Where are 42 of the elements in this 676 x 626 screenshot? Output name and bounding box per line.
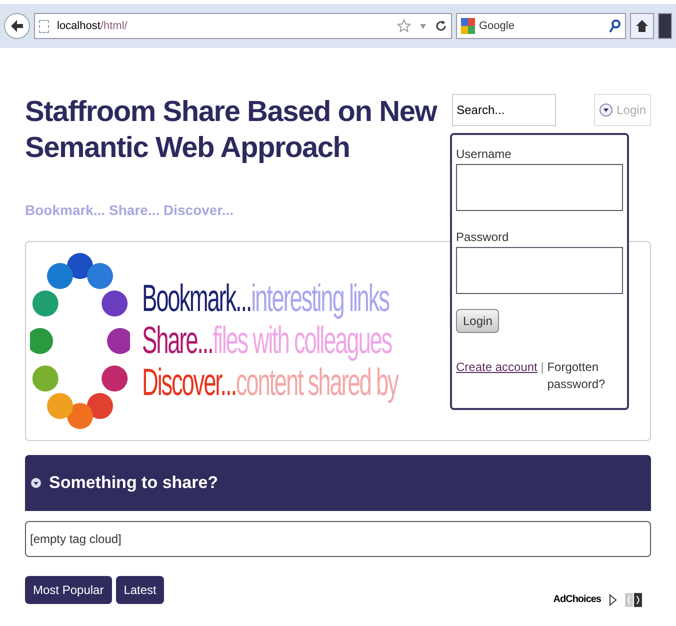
search-engine-name: Google xyxy=(479,18,516,34)
banner-heading: Share... xyxy=(142,320,213,362)
account-links: Create account | Forgotten password? xyxy=(456,359,623,393)
share-section-header[interactable]: Something to share? xyxy=(25,455,651,511)
addon-button[interactable] xyxy=(658,13,672,39)
site-title: Staffroom Share Based on New Semantic Web Approach xyxy=(25,95,438,166)
create-account-link[interactable]: Create account xyxy=(456,360,538,374)
home-button[interactable] xyxy=(630,13,654,39)
password-field[interactable] xyxy=(456,247,623,294)
adchoices-label[interactable]: AdChoices xyxy=(553,592,601,607)
banner-subtext: content shared by xyxy=(236,362,398,404)
search-field[interactable]: Search... xyxy=(452,94,556,126)
prev-next-arrows-icon[interactable] xyxy=(625,592,643,606)
dropdown-icon[interactable] xyxy=(419,22,427,30)
search-icon[interactable] xyxy=(609,19,621,33)
star-icon[interactable] xyxy=(397,19,411,33)
username-field[interactable] xyxy=(456,164,623,211)
banner-subtext: interesting links xyxy=(251,278,389,320)
reload-icon[interactable] xyxy=(435,20,447,32)
play-triangle-icon xyxy=(609,594,617,606)
filter-button[interactable]: Most Popular xyxy=(25,576,112,604)
tag-cloud-panel: [empty tag cloud] xyxy=(25,521,651,557)
search-engine-field[interactable]: Google xyxy=(456,13,626,39)
share-section-title: Something to share? xyxy=(49,472,218,494)
dropdown-circle-icon xyxy=(598,103,613,117)
username-label: Username xyxy=(456,146,512,163)
login-button[interactable]: Login xyxy=(456,309,500,333)
password-label: Password xyxy=(456,229,510,246)
tagline: Bookmark... Share... Discover... xyxy=(25,201,235,220)
back-arrow-icon xyxy=(10,19,24,33)
forgotten-password-link[interactable]: Forgotten password? xyxy=(547,359,610,393)
url-text: localhost/html/ xyxy=(57,18,128,34)
page-icon xyxy=(39,20,49,32)
banner-subtext: files with colleagues xyxy=(212,320,392,362)
home-icon xyxy=(636,20,648,32)
banner-heading: Bookmark... xyxy=(142,278,252,320)
filter-button[interactable]: Latest xyxy=(116,576,164,604)
address-bar[interactable]: localhost/html/ xyxy=(34,13,452,39)
expand-circle-icon xyxy=(31,478,41,488)
banner-heading: Discover... xyxy=(142,362,236,404)
google-logo-icon xyxy=(461,18,475,34)
back-button[interactable] xyxy=(4,13,30,39)
